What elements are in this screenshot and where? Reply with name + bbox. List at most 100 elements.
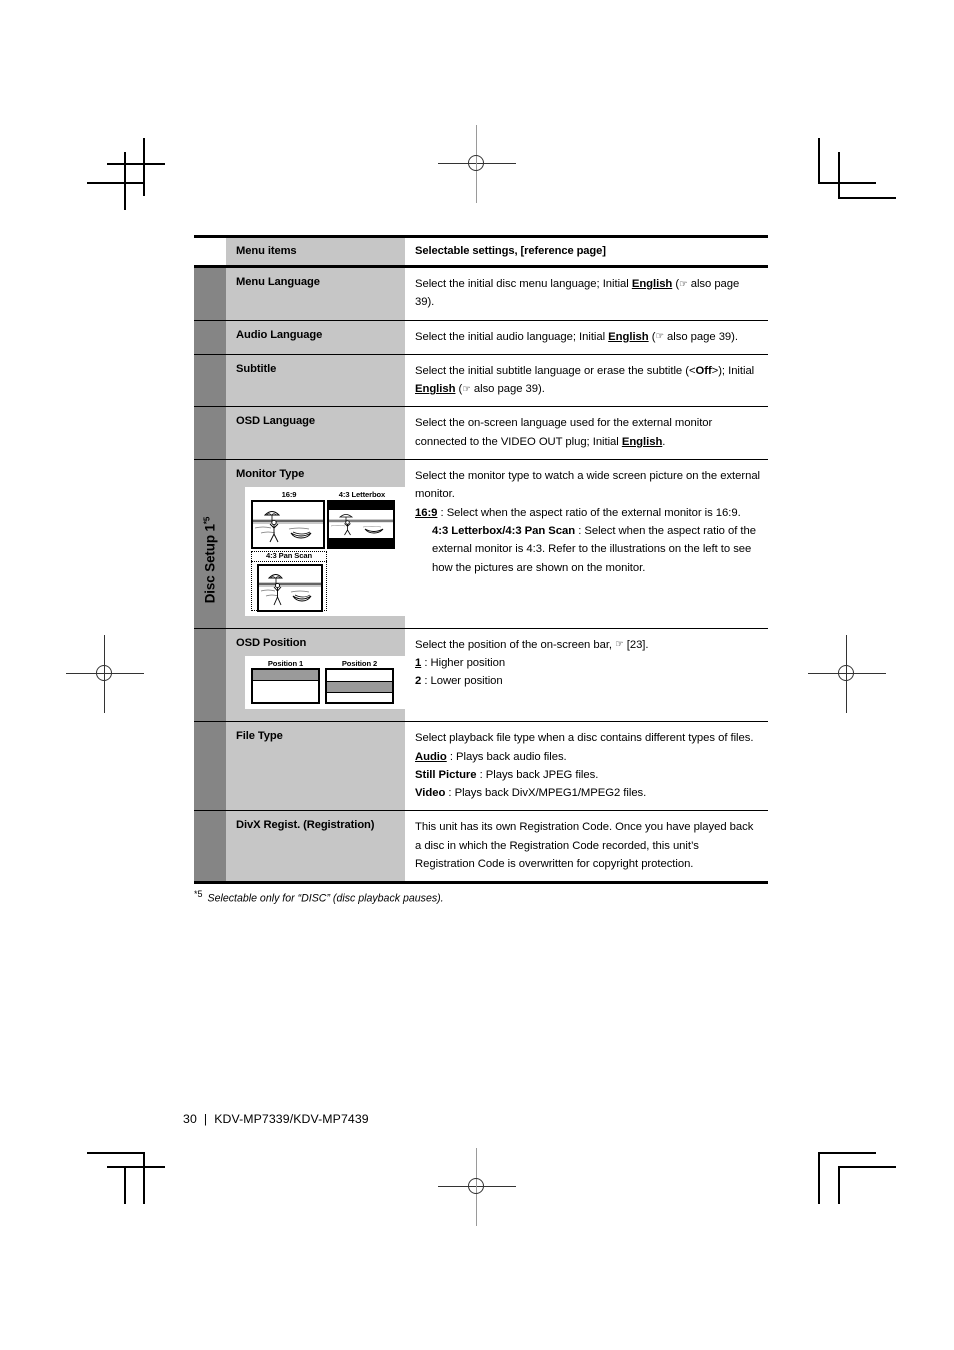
scene-16-9: [251, 499, 325, 549]
menu-item-cell: File Type: [226, 722, 405, 811]
menu-item-cell: Menu Language: [226, 268, 405, 320]
registration-mark-left: [66, 635, 144, 713]
crop-mark-tl-v2: [124, 152, 126, 210]
illustration-caption-16-9: 16:9: [281, 490, 297, 500]
text-run: Select the on-screen language used for t…: [415, 417, 713, 448]
settings-text-line: 4:3 Letterbox/4:3 Pan Scan : Select when…: [415, 522, 760, 577]
table-row: Audio Language Select the initial audio …: [194, 320, 768, 354]
spine-cell: [194, 407, 226, 460]
beach-scene-icon: [253, 501, 323, 547]
settings-text-line: This unit has its own Registration Code.…: [415, 818, 760, 873]
settings-text: Select the monitor type to watch a wide …: [415, 467, 760, 577]
screen-position-1: [251, 668, 320, 705]
text-run: Select the position of the on-screen bar…: [415, 638, 616, 651]
settings-text-line: 1 : Higher position: [415, 654, 760, 672]
registration-mark-right: [808, 635, 886, 713]
osd-bar-lower: [327, 681, 392, 694]
settings-text-line: Select the on-screen language used for t…: [415, 414, 760, 451]
settings-cell: Select the on-screen language used for t…: [405, 407, 768, 460]
menu-item-label: Menu Language: [236, 276, 320, 288]
footer-separator: |: [203, 1112, 208, 1126]
spine-cell: [194, 268, 226, 320]
text-run: English: [631, 278, 673, 290]
table-row: OSD Position Position 1 Position 2 Selec…: [194, 628, 768, 722]
menu-item-cell: Audio Language: [226, 320, 405, 354]
pointing-hand-icon: ☞: [655, 331, 664, 343]
registration-mark-top: [438, 125, 516, 203]
text-run: [23].: [623, 638, 649, 651]
crop-mark-br-v2: [838, 1166, 840, 1204]
text-run: : Select when the aspect ratio of the ex…: [437, 506, 741, 519]
crop-mark-tr-h1: [818, 182, 876, 184]
screen-position-2: [325, 668, 394, 705]
menu-item-cell: DivX Regist. (Registration): [226, 811, 405, 882]
settings-text: Select the initial audio language; Initi…: [415, 328, 760, 346]
settings-text-line: Select the position of the on-screen bar…: [415, 636, 760, 654]
crop-mark-br-h1: [818, 1152, 876, 1154]
page-number: 30: [183, 1112, 197, 1126]
header-label-menu-items: Menu items: [236, 245, 297, 257]
settings-text-line: Select the initial subtitle language or …: [415, 362, 760, 399]
spine-cell: [194, 722, 226, 811]
spine-cell: [194, 811, 226, 882]
monitor-type-illustration: 16:9 4:3 Letterbox 4:3 Pan Scan: [245, 487, 405, 616]
illustration-caption-letterbox: 4:3 Letterbox: [338, 490, 386, 500]
text-run: : Plays back JPEG files.: [476, 768, 599, 781]
illustration-caption-position-2: Position 2: [341, 658, 378, 668]
text-run: English: [621, 435, 663, 448]
text-run: Select playback file type when a disc co…: [415, 732, 754, 745]
disc-setup-settings-table: Menu items Selectable settings, [referen…: [194, 235, 768, 885]
text-run: Still Picture: [415, 768, 477, 781]
menu-item-label: DivX Regist. (Registration): [236, 819, 375, 832]
settings-cell: Select the position of the on-screen bar…: [405, 628, 768, 722]
menu-item-label: Audio Language: [236, 328, 323, 341]
footnote-text: Selectable only for “DISC” (disc playbac…: [207, 892, 444, 905]
menu-item-cell: Subtitle: [226, 354, 405, 407]
text-run: English: [415, 383, 456, 396]
settings-cell: Select playback file type when a disc co…: [405, 722, 768, 811]
settings-text-line: 16:9 : Select when the aspect ratio of t…: [415, 504, 760, 522]
settings-text-line: Still Picture : Plays back JPEG files.: [415, 766, 760, 784]
text-run: 4:3 Letterbox/4:3 Pan Scan: [432, 524, 576, 537]
settings-text: Select the initial disc menu language; I…: [415, 275, 760, 312]
settings-text-line: Select the initial disc menu language; I…: [415, 275, 760, 312]
beach-scene-letterbox-icon: [329, 509, 393, 538]
table-row: DivX Regist. (Registration) This unit ha…: [194, 811, 768, 882]
table-row: Subtitle Select the initial subtitle lan…: [194, 354, 768, 407]
text-run: Select the initial subtitle language or …: [415, 364, 696, 377]
header-cell-menu-items: Menu items: [226, 238, 405, 265]
settings-text: Select the position of the on-screen bar…: [415, 636, 760, 691]
text-run: English: [608, 330, 649, 343]
menu-item-label: OSD Language: [236, 415, 315, 428]
menu-item-cell: OSD Position Position 1 Position 2: [226, 628, 405, 722]
scene-4-3-pan-scan: [251, 560, 327, 612]
text-run: : Lower position: [421, 675, 503, 688]
crop-mark-bl-v1: [143, 1152, 145, 1204]
text-run: : Plays back DivX/MPEG1/MPEG2 files.: [445, 787, 647, 800]
text-run: Select the monitor type to watch a wide …: [415, 470, 761, 501]
menu-item-label: OSD Position: [236, 636, 307, 649]
menu-item-cell: Monitor Type 16:9 4:3 Letterbox 4:3 Pan …: [226, 460, 405, 628]
header-label-settings: Selectable settings, [reference page]: [415, 245, 606, 257]
footnote-mark: *5: [194, 889, 203, 899]
spine-cell: [194, 628, 226, 722]
pointing-hand-icon: ☞: [679, 278, 688, 290]
text-run: >); Initial: [711, 364, 755, 377]
text-run: Audio: [415, 750, 447, 763]
pointing-hand-icon: ☞: [615, 639, 624, 651]
menu-item-label: Subtitle: [236, 362, 277, 375]
illustration-caption-panscan: 4:3 Pan Scan: [265, 550, 313, 560]
settings-text: Select the initial subtitle language or …: [415, 362, 760, 399]
settings-text-line: Audio : Plays back audio files.: [415, 748, 760, 766]
settings-text-line: Select playback file type when a disc co…: [415, 729, 760, 747]
settings-cell: Select the monitor type to watch a wide …: [405, 460, 768, 628]
menu-item-cell: OSD Language: [226, 407, 405, 460]
settings-text-line: Video : Plays back DivX/MPEG1/MPEG2 file…: [415, 784, 760, 802]
text-run: Video: [415, 787, 446, 800]
crop-mark-bl-v2: [124, 1166, 126, 1204]
settings-cell: Select the initial audio language; Initi…: [405, 320, 768, 354]
header-cell-settings: Selectable settings, [reference page]: [405, 238, 768, 265]
spine-cell-header: [194, 238, 226, 265]
crop-mark-tl-h2: [107, 163, 165, 165]
crop-mark-bl-h2: [107, 1166, 165, 1168]
